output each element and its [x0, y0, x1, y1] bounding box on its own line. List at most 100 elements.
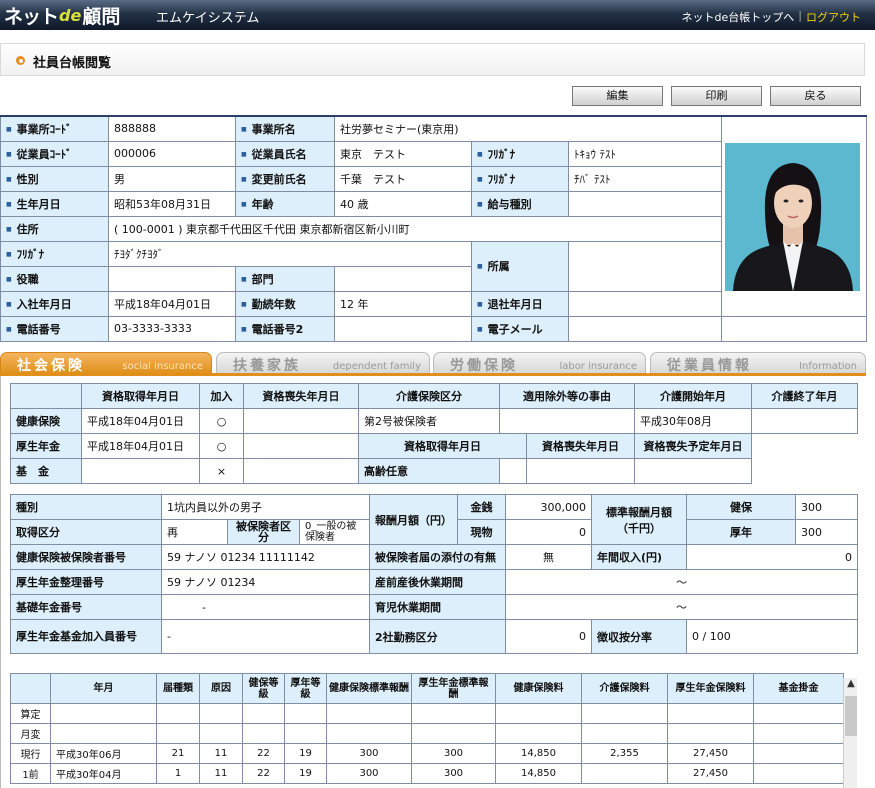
field-label: 厚生年金基金加入員番号 — [10, 619, 162, 654]
pension-acquired-date: 平成18年04月01日 — [81, 433, 200, 459]
empty-cell — [752, 459, 858, 484]
history-header: 介護保険料 — [581, 673, 668, 704]
field-label: 給与種別 — [471, 190, 569, 217]
history-scrollbar[interactable]: ▲ — [843, 678, 857, 788]
office-code-value: 888888 — [108, 115, 236, 142]
history-header: 健保等級 — [242, 673, 285, 704]
top-page-link[interactable]: ネットde台帳トップへ — [682, 9, 795, 25]
elder-planned-date — [634, 458, 752, 484]
logout-link[interactable]: ログアウト — [806, 9, 861, 25]
tab-labor-insurance[interactable]: 労働保険 labor insurance — [433, 352, 646, 374]
age-value: 40 歳 — [334, 190, 472, 217]
tab-sublabel: labor insurance — [559, 361, 637, 372]
field-label: 事業所名 — [235, 115, 335, 142]
history-table: 年月 届種類 原因 健保等級 厚年等級 健康保険標準報酬 厚生年金標準報酬 健康保険料 介護保険… — [10, 673, 844, 784]
scrollbar-thumb[interactable] — [845, 696, 857, 736]
fund-acquired-date — [81, 458, 200, 484]
office-name-value: 社労夢セミナー(東京用) — [333, 115, 723, 142]
health-joined: ○ — [199, 408, 244, 434]
scroll-up-icon[interactable]: ▲ — [844, 678, 858, 694]
join-date-value: 平成18年04月01日 — [108, 290, 236, 317]
health-acquired-date: 平成18年04月01日 — [81, 408, 200, 434]
history-cell — [326, 723, 412, 744]
edit-button[interactable]: 編集 — [572, 86, 663, 106]
childcare-leave-value: ～ — [505, 594, 859, 620]
care-end-value — [751, 408, 858, 434]
field-label: 入社年月日 — [0, 290, 109, 317]
tab-information[interactable]: 従業員情報 Information — [650, 352, 866, 374]
address-value: ( 100-0001 ) 東京都千代田区千代田 東京都新宿区新小川町 — [107, 215, 723, 242]
employee-code-value: 000006 — [108, 140, 236, 167]
history-cell — [411, 703, 496, 724]
salary-type-value — [567, 190, 723, 217]
department-value — [334, 265, 472, 292]
tab-sublabel: social insurance — [122, 361, 203, 372]
employee-photo — [725, 143, 860, 291]
field-label: 2社勤務区分 — [369, 619, 507, 654]
standard-remuneration-table: 種別 1坑内員以外の男子 報酬月額（円） 金銭 300,000 標準報酬月額（千… — [10, 494, 859, 654]
tab-label: 労働保険 — [450, 358, 518, 374]
history-header: 厚生年金保険料 — [667, 673, 754, 704]
history-cell — [495, 703, 582, 724]
history-header: 厚生年金標準報酬 — [411, 673, 496, 704]
app-logo[interactable]: ネット de 顧問 — [4, 2, 120, 28]
table-row[interactable]: 1前 平成30年04月 1 11 22 19 300 300 14,850 27,450 — [10, 763, 844, 784]
tab-social-insurance[interactable]: 社会保険 social insurance — [0, 352, 212, 374]
acquisition-value: 再 — [161, 519, 228, 545]
maternity-leave-value: ～ — [505, 569, 859, 595]
history-cell — [753, 763, 844, 784]
history-cell — [284, 723, 327, 744]
field-label: 被保険者届の添付の有無 — [369, 544, 507, 570]
history-cell — [667, 723, 754, 744]
row-label: 基 金 — [10, 458, 82, 484]
history-cell — [753, 743, 844, 764]
history-header: 年月 — [50, 673, 157, 704]
field-label: 生年月日 — [0, 190, 109, 217]
history-cell: 平成30年04月 — [50, 763, 157, 784]
history-cell — [753, 703, 844, 724]
tab-sublabel: dependent family — [332, 361, 421, 372]
history-cell: 14,850 — [495, 763, 582, 784]
history-cell — [156, 723, 200, 744]
table-header: 介護開始年月 — [634, 383, 752, 409]
row-label: 厚生年金 — [10, 433, 82, 459]
history-header: 健康保険料 — [495, 673, 582, 704]
annual-income-value: 0 — [686, 544, 859, 570]
history-cell — [50, 723, 157, 744]
field-label: ﾌﾘｶﾞﾅ — [471, 140, 569, 167]
history-cell — [326, 703, 412, 724]
print-button[interactable]: 印刷 — [671, 86, 762, 106]
history-cell: 27,450 — [667, 763, 754, 784]
field-label: 健康保険被保険者番号 — [10, 544, 162, 570]
bullet-icon — [16, 56, 25, 65]
row-label: 高齢任意 — [358, 458, 500, 484]
field-label: 産前産後休業期間 — [369, 569, 507, 595]
history-header: 基金掛金 — [753, 673, 844, 704]
link-separator: | — [798, 9, 802, 22]
table-header: 資格取得年月日 — [358, 433, 527, 459]
field-label: 従業員氏名 — [235, 140, 335, 167]
history-cell: 算定 — [10, 703, 51, 724]
history-cell: 22 — [242, 763, 285, 784]
insured-class-value: 0_一般の被保険者 — [298, 519, 371, 545]
employee-name-value: 東京 テスト — [334, 140, 472, 167]
field-label: 従業員ｺｰﾄﾞ — [0, 140, 109, 167]
history-cell: 19 — [284, 743, 327, 764]
table-row[interactable]: 算定 — [10, 703, 844, 724]
history-cell — [495, 723, 582, 744]
app-header: ネット de 顧問 エムケイシステム ネットde台帳トップへ | ログアウト — [0, 0, 875, 30]
history-cell: 平成30年06月 — [50, 743, 157, 764]
page-title-bar: 社員台帳閲覧 — [0, 43, 865, 76]
history-header: 原因 — [199, 673, 243, 704]
table-row[interactable]: 現行 平成30年06月 21 11 22 19 300 300 14,850 2,355 27,45… — [10, 743, 844, 764]
table-row[interactable]: 月変 — [10, 723, 844, 744]
field-label: ﾌﾘｶﾞﾅ — [0, 240, 109, 267]
table-header — [10, 383, 82, 409]
tab-dependent-family[interactable]: 扶養家族 dependent family — [216, 352, 430, 374]
field-label: 標準報酬月額（千円） — [591, 494, 688, 545]
attachment-value: 無 — [505, 544, 593, 570]
phone-value: 03-3333-3333 — [108, 315, 236, 342]
history-cell — [242, 703, 285, 724]
back-button[interactable]: 戻る — [770, 86, 861, 106]
tab-label: 従業員情報 — [667, 358, 752, 374]
